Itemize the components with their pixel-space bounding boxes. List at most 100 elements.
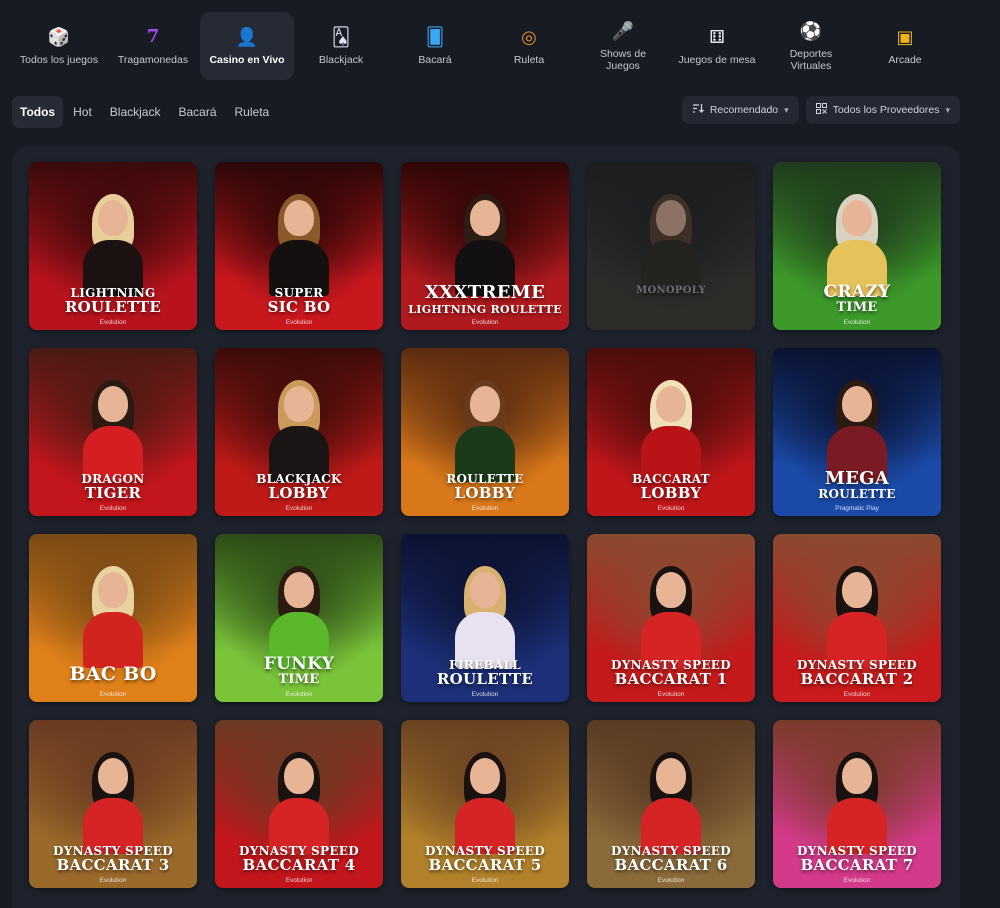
game-title-line2: BACCARAT 5 — [428, 856, 542, 874]
category-label: Bacará — [418, 54, 452, 66]
dealer-figure — [639, 752, 703, 854]
game-provider: Evolution — [99, 319, 127, 326]
chevron-down-icon: ▾ — [945, 104, 950, 115]
filter-tab-bacará[interactable]: Bacará — [170, 96, 224, 128]
game-title-line2: ROULETTE — [818, 487, 896, 501]
category-nav: 🎲 Todos los juegos 7 Tragamonedas 👤 Casino en… — [12, 12, 988, 82]
game-provider: Evolution — [657, 877, 685, 884]
game-tile[interactable]: FIREBALL ROULETTE Evolution — [401, 534, 569, 702]
dealer-figure — [81, 380, 145, 482]
filter-tabs: Todos Hot Blackjack Bacará Ruleta — [12, 96, 277, 128]
game-provider: Evolution — [657, 505, 685, 512]
dealer-figure — [81, 194, 145, 296]
dealer-figure — [825, 566, 889, 668]
dealer-figure — [267, 194, 331, 296]
category-table-dice[interactable]: ⚅ Juegos de mesa — [670, 12, 764, 80]
game-title-line2: SIC BO — [267, 298, 331, 316]
category-label: Ruleta — [513, 54, 545, 66]
game-title-line2: BACCARAT 1 — [614, 670, 728, 688]
filter-tab-todos[interactable]: Todos — [12, 96, 64, 128]
category-label: Juegos de mesa — [678, 54, 756, 66]
game-provider: Evolution — [471, 691, 499, 698]
category-baccarat-cards[interactable]: 🂠 Bacará — [388, 12, 482, 80]
game-title-line2: LOBBY — [268, 484, 330, 502]
game-provider: Evolution — [843, 319, 871, 326]
sort-label: Recomendado — [709, 104, 779, 116]
providers-grid-icon — [815, 103, 827, 117]
category-arcade-cube[interactable]: ▣ Arcade — [858, 12, 952, 80]
game-provider: Evolution — [843, 691, 871, 698]
dealer-figure — [453, 194, 517, 296]
game-tile[interactable]: MEGA ROULETTE Pragmatic Play — [773, 348, 941, 516]
game-title-line2: TIME — [836, 300, 878, 315]
game-title-line2: LIGHTNING ROULETTE — [408, 303, 562, 316]
game-provider: Evolution — [471, 319, 499, 326]
dealer-figure — [825, 380, 889, 482]
category-dice[interactable]: 🎲 Todos los juegos — [12, 12, 106, 80]
game-provider: Evolution — [285, 691, 313, 698]
provider-label: Todos los Proveedores — [832, 104, 940, 116]
category-label: Casino en Vivo — [209, 54, 285, 66]
filter-tab-hot[interactable]: Hot — [65, 96, 100, 128]
game-tile[interactable]: XXXTREME LIGHTNING ROULETTE Evolution — [401, 162, 569, 330]
category-live-dealer[interactable]: 👤 Casino en Vivo — [200, 12, 294, 80]
category-label: Tragamonedas — [117, 54, 189, 66]
category-roulette-wheel[interactable]: ◎ Ruleta — [482, 12, 576, 80]
game-tile[interactable]: DYNASTY SPEED BACCARAT 6 Evolution — [587, 720, 755, 888]
game-tile[interactable]: SUPER SIC BO Evolution — [215, 162, 383, 330]
chevron-down-icon: ▾ — [784, 104, 789, 115]
game-tile[interactable]: DYNASTY SPEED BACCARAT 2 Evolution — [773, 534, 941, 702]
provider-dropdown[interactable]: Todos los Proveedores ▾ — [805, 96, 960, 124]
game-tile[interactable]: BACCARAT LOBBY Evolution — [587, 348, 755, 516]
roulette-wheel-icon: ◎ — [521, 27, 537, 47]
game-tile[interactable]: DYNASTY SPEED BACCARAT 1 Evolution — [587, 534, 755, 702]
dealer-figure — [81, 566, 145, 668]
dealer-figure — [267, 380, 331, 482]
game-provider: Evolution — [657, 691, 685, 698]
game-tile[interactable]: DYNASTY SPEED BACCARAT 3 Evolution — [29, 720, 197, 888]
category-slot-777[interactable]: 7 Tragamonedas — [106, 12, 200, 80]
game-title-line2: TIGER — [84, 484, 142, 502]
game-tile[interactable]: BAC BO Evolution — [29, 534, 197, 702]
game-title-line2: ROULETTE — [64, 298, 162, 316]
playing-card-icon: 🂡 — [331, 27, 351, 47]
microphone-icon: 🎤 — [611, 21, 635, 41]
game-title-line2: LOBBY — [454, 484, 516, 502]
game-tile[interactable]: CRAZY TIME Evolution — [773, 162, 941, 330]
game-tile[interactable]: DYNASTY SPEED BACCARAT 4 Evolution — [215, 720, 383, 888]
games-panel: LIGHTNING ROULETTE Evolution SUPER SIC BO Evo… — [12, 146, 960, 908]
game-tile[interactable]: BLACKJACK LOBBY Evolution — [215, 348, 383, 516]
game-tile[interactable]: DRAGON TIGER Evolution — [29, 348, 197, 516]
sort-dropdown[interactable]: Recomendado ▾ — [681, 96, 799, 124]
game-tile[interactable]: DYNASTY SPEED BACCARAT 5 Evolution — [401, 720, 569, 888]
game-tile[interactable]: FUNKY TIME Evolution — [215, 534, 383, 702]
category-label: Arcade — [888, 54, 922, 66]
game-tile[interactable]: DYNASTY SPEED BACCARAT 7 Evolution — [773, 720, 941, 888]
game-title-line1: XXXTREME — [424, 282, 545, 303]
category-microphone[interactable]: 🎤 Shows de Juegos — [576, 12, 670, 80]
game-tile[interactable]: ROULETTE LOBBY Evolution — [401, 348, 569, 516]
game-provider: Evolution — [99, 877, 127, 884]
arcade-cube-icon: ▣ — [896, 27, 914, 47]
game-title-line2: LOBBY — [640, 484, 702, 502]
game-title-line2: BACCARAT 3 — [56, 856, 170, 874]
filter-tab-blackjack[interactable]: Blackjack — [102, 96, 169, 128]
category-playing-card[interactable]: 🂡 Blackjack — [294, 12, 388, 80]
category-soccer-ball[interactable]: ⚽ Deportes Virtuales — [764, 12, 858, 80]
game-tile[interactable]: LIGHTNING ROULETTE Evolution — [29, 162, 197, 330]
game-provider: Evolution — [285, 877, 313, 884]
game-title-line2: BACCARAT 2 — [800, 670, 914, 688]
dealer-figure — [639, 194, 703, 296]
dealer-figure — [453, 752, 517, 854]
game-title-line2: ROULETTE — [436, 670, 534, 688]
game-provider: Pragmatic Play — [835, 505, 879, 512]
game-tile[interactable]: MONOPOLY — [587, 162, 755, 330]
dealer-figure — [825, 752, 889, 854]
filter-tab-ruleta[interactable]: Ruleta — [227, 96, 278, 128]
game-provider: Evolution — [99, 505, 127, 512]
dealer-figure — [453, 566, 517, 668]
game-title-line1: CRAZY — [823, 282, 891, 302]
dealer-figure — [267, 752, 331, 854]
game-title-line2: TIME — [278, 672, 320, 687]
category-label: Shows de Juegos — [599, 48, 647, 72]
